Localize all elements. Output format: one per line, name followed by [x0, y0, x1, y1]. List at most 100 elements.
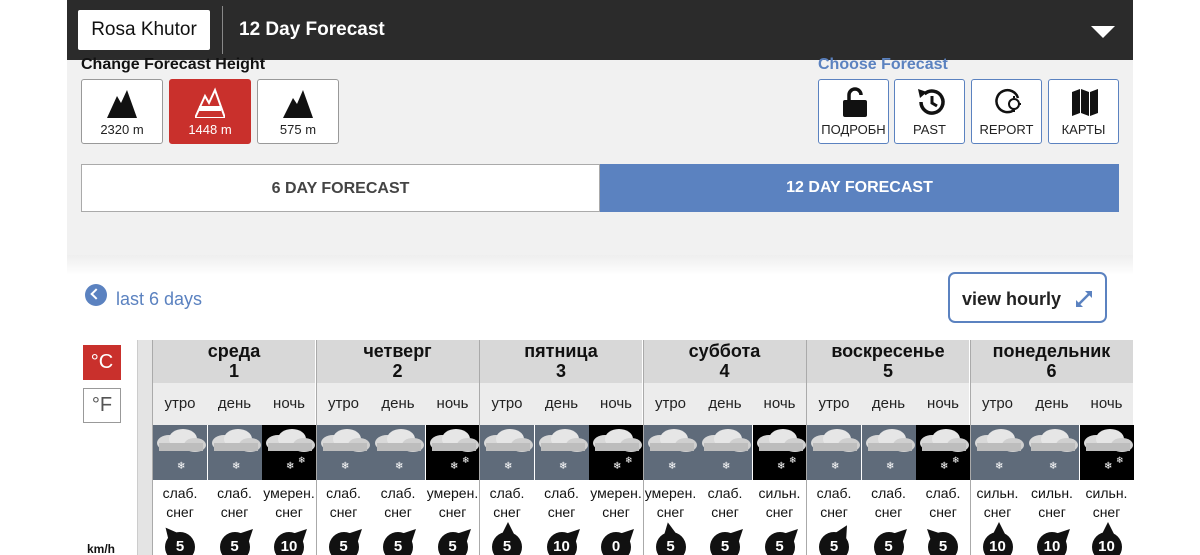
day-name: воскресенье — [831, 341, 945, 361]
wind-unit-label: km/h — [87, 542, 116, 555]
svg-text:❄: ❄ — [450, 461, 458, 472]
wind-indicator: 10 — [535, 524, 589, 555]
svg-text:❄: ❄ — [1104, 461, 1112, 472]
wind-indicator: 5 — [862, 524, 916, 555]
precip-intensity: слаб. — [489, 485, 525, 501]
location-button[interactable]: Rosa Khutor — [78, 10, 210, 50]
precip-intensity: умерен. — [644, 485, 697, 501]
wind-speed: 5 — [437, 532, 468, 555]
precip-intensity: умерен. — [590, 485, 642, 501]
time-of-day-label: утро — [491, 395, 523, 412]
history-icon — [918, 89, 945, 115]
svg-text:❄: ❄ — [777, 461, 785, 472]
precipitation-text: умерен. снег — [644, 484, 698, 522]
svg-text:❄: ❄ — [831, 461, 839, 472]
day-column: суббота 4 утро день ночь ❄ умерен. снег 5 ❄ слаб. с… — [642, 340, 807, 555]
page-title: 12 Day Forecast — [239, 19, 385, 40]
detailed-forecast-button[interactable]: ПОДРОБН — [818, 79, 889, 144]
celsius-toggle[interactable]: °C — [83, 345, 121, 380]
time-of-day-label: день — [708, 395, 742, 412]
precip-type: снег — [438, 504, 467, 520]
maps-button[interactable]: КАРТЫ — [1048, 79, 1119, 144]
wind-indicator: 5 — [644, 521, 698, 555]
day-column: среда 1 утро день ночь ❄ слаб. снег 5 ❄ слаб. снег 5… — [152, 340, 316, 555]
height-button-mid[interactable]: 1448 m — [169, 79, 251, 144]
precip-type: снег — [493, 504, 521, 520]
day-column: пятница 3 утро день ночь ❄ слаб. снег 5 ❄ слаб. сне… — [479, 340, 643, 555]
tab-6-day-forecast[interactable]: 6 DAY FORECAST — [81, 164, 600, 212]
precip-intensity: слаб. — [544, 485, 579, 501]
day-name: четверг — [363, 341, 432, 361]
svg-text:❄: ❄ — [886, 461, 894, 472]
precip-type: снег — [983, 504, 1012, 520]
height-button-label: 575 m — [279, 122, 317, 137]
time-of-day-label: ночь — [273, 395, 305, 412]
precipitation-text: умерен. снег — [426, 484, 480, 522]
report-button[interactable]: REPORT — [971, 79, 1042, 144]
svg-text:❄: ❄ — [625, 456, 633, 466]
day-header: пятница 3 — [480, 340, 642, 383]
height-selector-label: Change Forecast Height — [81, 56, 266, 73]
precipitation-text: слаб. снег — [371, 484, 425, 522]
svg-text:❄: ❄ — [462, 456, 470, 466]
view-hourly-button[interactable]: view hourly — [948, 272, 1107, 323]
time-of-day-label: день — [544, 395, 579, 412]
precipitation-text: сильн. снег — [1080, 484, 1134, 522]
precipitation-text: слаб. снег — [317, 484, 371, 522]
precip-type: снег — [547, 504, 576, 520]
svg-text:❄: ❄ — [940, 461, 948, 472]
wind-indicator: 10 — [1025, 524, 1079, 555]
height-button-top[interactable]: 2320 m — [81, 79, 163, 144]
day-name: суббота — [688, 341, 761, 361]
svg-text:❄: ❄ — [1116, 456, 1124, 466]
chevron-down-icon[interactable] — [1091, 26, 1115, 38]
svg-text:❄: ❄ — [232, 461, 240, 472]
snow-cloud-icon: ❄ — [480, 425, 534, 480]
fahrenheit-toggle[interactable]: °F — [83, 388, 121, 423]
precip-intensity: слаб. — [707, 485, 743, 501]
wind-speed: 10 — [1091, 532, 1122, 555]
precip-intensity: слаб. — [326, 485, 361, 501]
precip-type: снег — [929, 504, 957, 520]
wind-indicator: 5 — [698, 524, 752, 555]
choose-forecast-label[interactable]: Choose Forecast — [818, 56, 948, 74]
precipitation-text: слаб. снег — [535, 484, 589, 522]
snow-cloud-icon: ❄ — [861, 425, 916, 480]
expand-icon — [1076, 291, 1092, 307]
day-number: 2 — [392, 361, 403, 381]
time-of-day-label: утро — [654, 395, 687, 412]
precipitation-text: слаб. снег — [153, 484, 207, 522]
view-hourly-label: view hourly — [962, 289, 1062, 309]
time-of-day-label: ночь — [436, 395, 469, 412]
chevron-left-icon[interactable] — [85, 284, 107, 306]
precipitation-text: умерен. снег — [589, 484, 643, 522]
snow-cloud-icon: ❄ ❄ — [916, 425, 970, 480]
snow-cloud-icon: ❄ — [316, 425, 371, 480]
precip-type: снег — [384, 504, 412, 520]
last-6-days-link[interactable]: last 6 days — [116, 289, 202, 310]
svg-text:❄: ❄ — [177, 461, 185, 472]
svg-text:❄: ❄ — [722, 461, 730, 472]
snow-cloud-icon: ❄ — [207, 425, 262, 480]
height-button-bottom[interactable]: 575 m — [257, 79, 339, 144]
wind-speed: 5 — [873, 532, 904, 555]
wind-speed: 5 — [492, 532, 522, 555]
past-forecast-label: PAST — [913, 122, 946, 137]
day-number: 6 — [1046, 361, 1057, 381]
wind-speed: 10 — [274, 532, 304, 555]
day-name: пятница — [524, 341, 598, 361]
tab-12-day-forecast[interactable]: 12 DAY FORECAST — [600, 164, 1119, 212]
precip-intensity: слаб. — [925, 485, 961, 501]
snow-cloud-icon: ❄ — [807, 425, 861, 480]
day-number: 3 — [555, 361, 566, 381]
svg-text:❄: ❄ — [789, 456, 797, 466]
past-forecast-button[interactable]: PAST — [894, 79, 965, 144]
report-icon — [995, 88, 1021, 114]
mountain-bottom-icon — [283, 90, 313, 118]
precipitation-text: сильн. снег — [753, 484, 807, 522]
height-button-label: 1448 m — [188, 122, 232, 137]
time-of-day-row: утро день ночь — [643, 383, 806, 425]
time-of-day-label: утро — [818, 395, 850, 412]
day-header: понедельник 6 — [970, 340, 1133, 383]
precipitation-text: слаб. снег — [862, 484, 916, 522]
